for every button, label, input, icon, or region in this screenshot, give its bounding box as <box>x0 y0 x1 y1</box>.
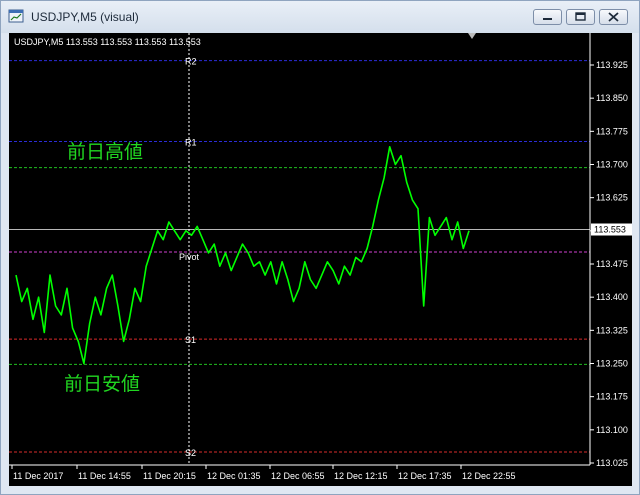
minimize-icon <box>543 18 552 20</box>
window-bottom-border <box>1 486 639 494</box>
y-tick-label: 113.325 <box>596 325 628 335</box>
level-label-s2: S2 <box>185 448 196 458</box>
close-button[interactable] <box>599 9 628 25</box>
y-tick-label: 113.775 <box>596 126 628 136</box>
x-tick-label: 12 Dec 01:35 <box>207 471 261 481</box>
y-tick-label: 113.700 <box>596 160 628 170</box>
restore-icon <box>575 12 586 21</box>
minimize-button[interactable] <box>533 9 562 25</box>
chart-window: USDJPY,M5 (visual) R2 R1 Pivot S1 S2 113.925… <box>0 0 640 495</box>
x-tick-label: 11 Dec 14:55 <box>78 471 131 481</box>
prev-low-label: 前日安値 <box>64 373 140 395</box>
title-bar[interactable]: USDJPY,M5 (visual) <box>1 1 639 33</box>
chart-window-icon <box>8 9 24 23</box>
level-label-r2: R2 <box>185 57 197 67</box>
y-tick-label: 113.175 <box>596 392 628 402</box>
x-tick-label: 12 Dec 12:15 <box>334 471 388 481</box>
y-tick-label: 113.400 <box>596 292 628 302</box>
level-label-r1: R1 <box>185 138 197 148</box>
prev-high-label: 前日高値 <box>67 141 143 163</box>
y-tick-label: 113.100 <box>596 425 628 435</box>
shift-marker-icon[interactable] <box>468 33 476 39</box>
chart-canvas[interactable]: R2R1PivotS1S2 113.925113.850113.775113.7… <box>9 33 632 486</box>
restore-button[interactable] <box>566 9 595 25</box>
y-tick-label: 113.625 <box>596 193 628 203</box>
level-label-s1: S1 <box>185 335 196 345</box>
price-chart[interactable]: R2 R1 Pivot S1 S2 113.925 113.850 113.775 113.7… <box>9 33 632 486</box>
close-icon <box>608 12 619 22</box>
chart-header: USDJPY,M5 113.553 113.553 113.553 113.55… <box>14 37 201 47</box>
y-tick-label: 113.025 <box>596 458 628 468</box>
x-tick-label: 12 Dec 06:55 <box>271 471 325 481</box>
x-tick-label: 11 Dec 2017 <box>13 471 63 481</box>
y-tick-label: 113.850 <box>596 93 628 103</box>
y-tick-label: 113.250 <box>596 359 628 369</box>
current-price-label: 113.553 <box>594 225 626 235</box>
y-tick-label: 113.475 <box>596 259 628 269</box>
y-tick-label: 113.925 <box>596 60 628 70</box>
x-tick-label: 12 Dec 17:35 <box>398 471 452 481</box>
x-tick-label: 12 Dec 22:55 <box>462 471 516 481</box>
x-tick-label: 11 Dec 20:15 <box>143 471 196 481</box>
price-series-line <box>15 146 470 365</box>
window-title: USDJPY,M5 (visual) <box>31 10 139 24</box>
